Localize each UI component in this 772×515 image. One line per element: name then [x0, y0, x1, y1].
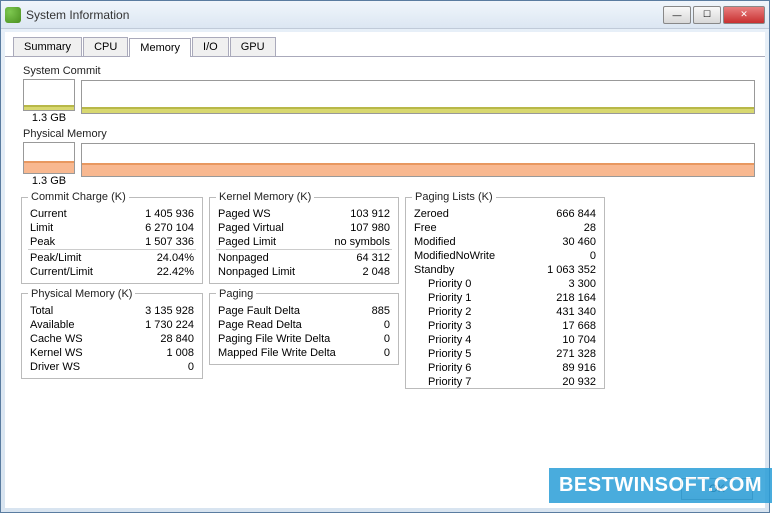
titlebar[interactable]: System Information — ☐ ✕: [1, 1, 769, 29]
cache-label: Cache WS: [28, 332, 115, 346]
mfwd-label: Mapped File Write Delta: [216, 346, 365, 360]
paging-legend: Paging: [216, 288, 256, 300]
p4-value: 10 704: [527, 333, 598, 347]
free-value: 28: [527, 221, 598, 235]
nonpagedlimit-value: 2 048: [317, 265, 392, 279]
commit-mini-value: 1.3 GB: [32, 112, 66, 124]
physical-history-graph: [81, 143, 755, 177]
pagedlimit-value: no symbols: [317, 235, 392, 250]
p2-value: 431 340: [527, 305, 598, 319]
kernelws-value: 1 008: [115, 346, 196, 360]
tab-strip: Summary CPU Memory I/O GPU: [5, 32, 765, 57]
content-area: Summary CPU Memory I/O GPU System Commit…: [5, 32, 765, 508]
zeroed-value: 666 844: [527, 207, 598, 221]
memory-panel: System Commit 1.3 GB Physical Memory: [5, 57, 765, 395]
mnw-value: 0: [527, 249, 598, 263]
physical-memory-label: Physical Memory: [23, 128, 755, 140]
tab-memory[interactable]: Memory: [129, 38, 191, 57]
modified-label: Modified: [412, 235, 527, 249]
limit-value: 6 270 104: [122, 221, 196, 235]
p4-label: Priority 4: [412, 333, 527, 347]
commit-charge-group: Commit Charge (K) Current1 405 936 Limit…: [21, 191, 203, 284]
curlimit-value: 22.42%: [122, 265, 196, 279]
current-value: 1 405 936: [122, 207, 196, 221]
p3-value: 17 668: [527, 319, 598, 333]
pagedws-label: Paged WS: [216, 207, 317, 221]
minimize-button[interactable]: —: [663, 6, 691, 24]
peak-value: 1 507 336: [122, 235, 196, 250]
p6-value: 89 916: [527, 361, 598, 375]
tab-summary[interactable]: Summary: [13, 37, 82, 56]
driverws-label: Driver WS: [28, 360, 115, 374]
commit-charge-legend: Commit Charge (K): [28, 191, 129, 203]
zeroed-label: Zeroed: [412, 207, 527, 221]
total-label: Total: [28, 304, 115, 318]
cache-value: 28 840: [115, 332, 196, 346]
tab-cpu[interactable]: CPU: [83, 37, 128, 56]
pagedws-value: 103 912: [317, 207, 392, 221]
physical-mini-graph: [23, 142, 75, 174]
paging-group: Paging Page Fault Delta885 Page Read Del…: [209, 288, 399, 365]
nonpagedlimit-label: Nonpaged Limit: [216, 265, 317, 279]
p3-label: Priority 3: [412, 319, 527, 333]
p6-label: Priority 6: [412, 361, 527, 375]
p7-value: 20 932: [527, 375, 598, 389]
standby-value: 1 063 352: [527, 263, 598, 277]
app-icon: [5, 7, 21, 23]
physical-memory-group: Physical Memory (K) Total3 135 928 Avail…: [21, 288, 203, 379]
pfd-value: 885: [365, 304, 392, 318]
prd-label: Page Read Delta: [216, 318, 365, 332]
nonpaged-label: Nonpaged: [216, 251, 317, 265]
kernel-memory-legend: Kernel Memory (K): [216, 191, 314, 203]
current-label: Current: [28, 207, 122, 221]
close-button[interactable]: ✕: [723, 6, 765, 24]
p0-value: 3 300: [527, 277, 598, 291]
p1-label: Priority 1: [412, 291, 527, 305]
limit-label: Limit: [28, 221, 122, 235]
kernelws-label: Kernel WS: [28, 346, 115, 360]
curlimit-label: Current/Limit: [28, 265, 122, 279]
peaklimit-label: Peak/Limit: [28, 251, 122, 265]
tab-io[interactable]: I/O: [192, 37, 229, 56]
prd-value: 0: [365, 318, 392, 332]
commit-history-graph: [81, 80, 755, 114]
system-commit-label: System Commit: [23, 65, 755, 77]
physical-memory-legend: Physical Memory (K): [28, 288, 135, 300]
p1-value: 218 164: [527, 291, 598, 305]
paging-lists-legend: Paging Lists (K): [412, 191, 496, 203]
pagedvirtual-label: Paged Virtual: [216, 221, 317, 235]
nonpaged-value: 64 312: [317, 251, 392, 265]
free-label: Free: [412, 221, 527, 235]
system-information-window: System Information — ☐ ✕ Summary CPU Mem…: [0, 0, 770, 513]
mnw-label: ModifiedNoWrite: [412, 249, 527, 263]
pagedvirtual-value: 107 980: [317, 221, 392, 235]
pfwd-value: 0: [365, 332, 392, 346]
tab-gpu[interactable]: GPU: [230, 37, 276, 56]
avail-label: Available: [28, 318, 115, 332]
avail-value: 1 730 224: [115, 318, 196, 332]
maximize-button[interactable]: ☐: [693, 6, 721, 24]
mfwd-value: 0: [365, 346, 392, 360]
paging-lists-group: Paging Lists (K) Zeroed666 844 Free28 Mo…: [405, 191, 605, 389]
peak-label: Peak: [28, 235, 122, 250]
window-title: System Information: [26, 8, 663, 22]
ok-button[interactable]: OK: [681, 478, 753, 500]
pagedlimit-label: Paged Limit: [216, 235, 317, 250]
pfd-label: Page Fault Delta: [216, 304, 365, 318]
total-value: 3 135 928: [115, 304, 196, 318]
standby-label: Standby: [412, 263, 527, 277]
pfwd-label: Paging File Write Delta: [216, 332, 365, 346]
modified-value: 30 460: [527, 235, 598, 249]
p7-label: Priority 7: [412, 375, 527, 389]
p5-value: 271 328: [527, 347, 598, 361]
peaklimit-value: 24.04%: [122, 251, 196, 265]
p0-label: Priority 0: [412, 277, 527, 291]
kernel-memory-group: Kernel Memory (K) Paged WS103 912 Paged …: [209, 191, 399, 284]
physical-mini-value: 1.3 GB: [32, 175, 66, 187]
p5-label: Priority 5: [412, 347, 527, 361]
commit-mini-graph: [23, 79, 75, 111]
p2-label: Priority 2: [412, 305, 527, 319]
driverws-value: 0: [115, 360, 196, 374]
